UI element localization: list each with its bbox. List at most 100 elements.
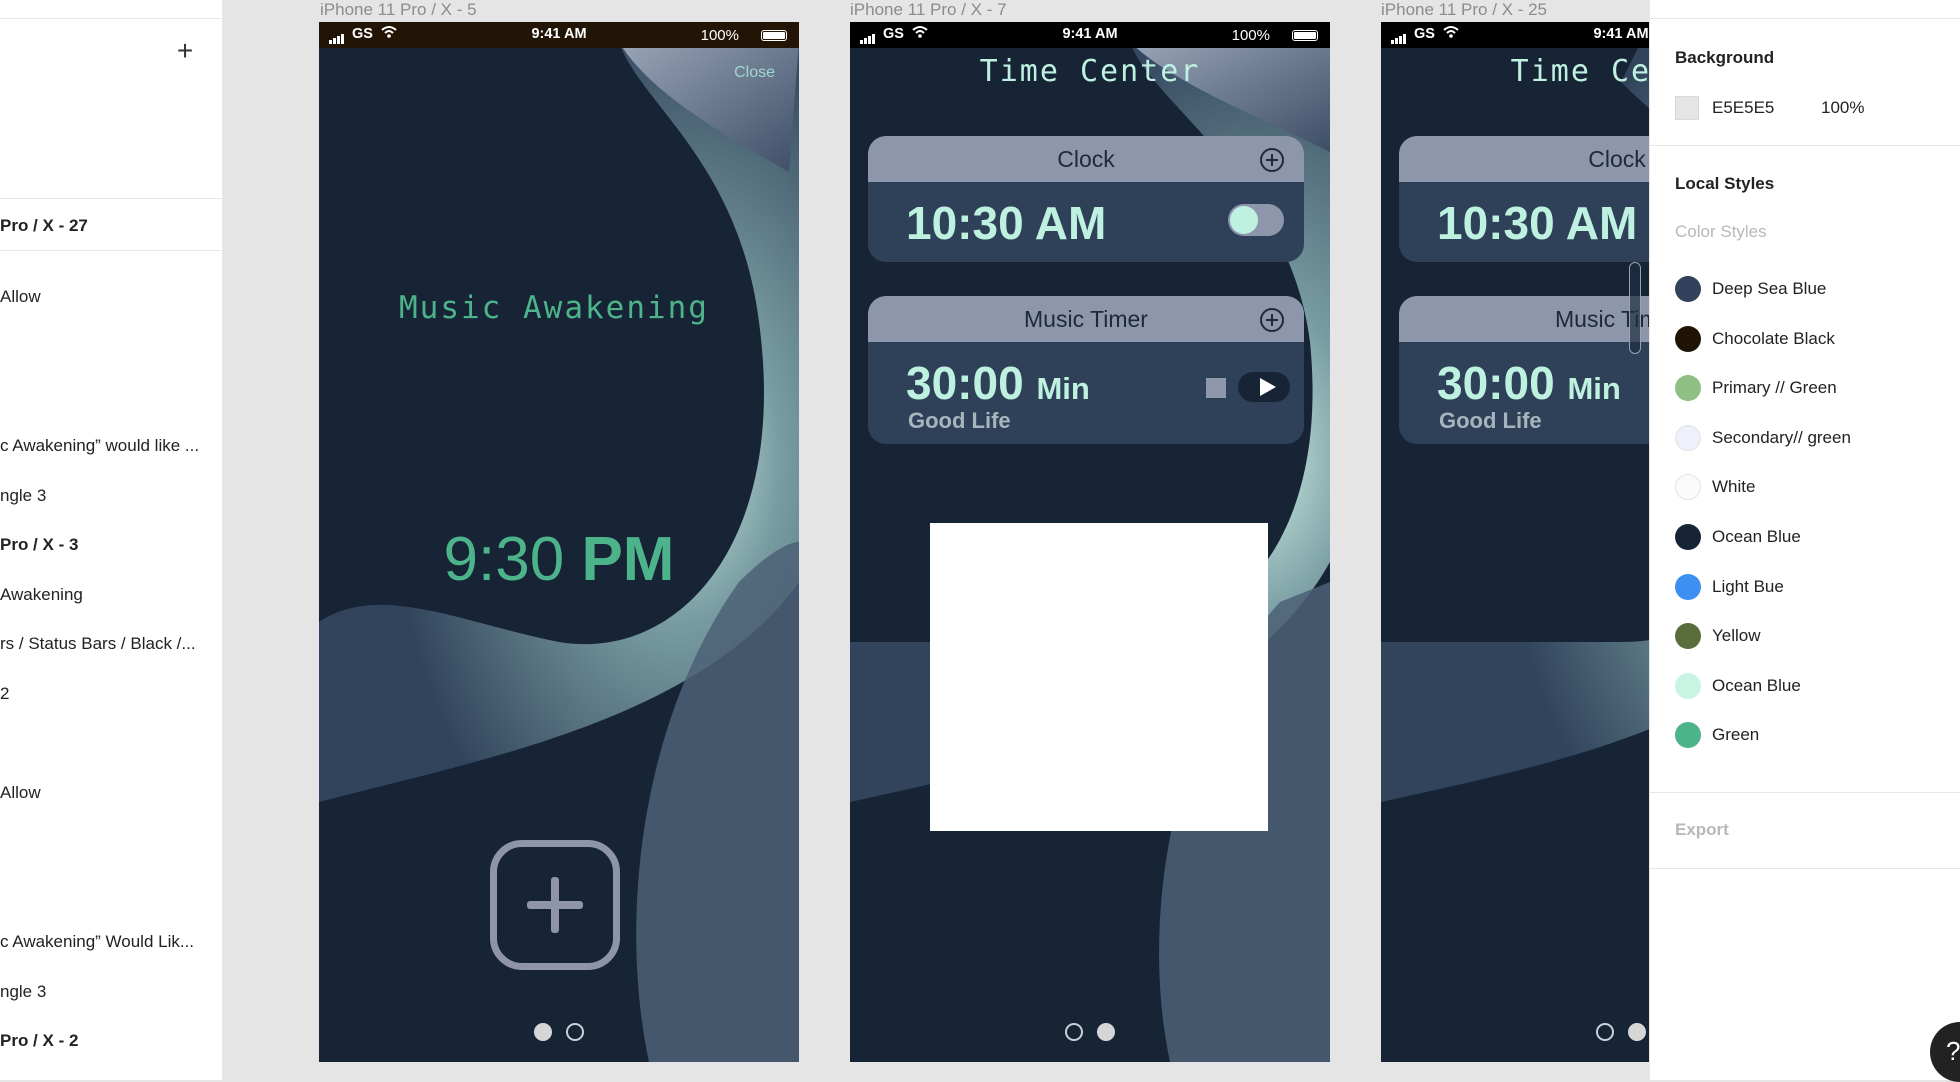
page-dot-active[interactable] bbox=[534, 1023, 552, 1041]
layer-item[interactable]: ngle 3 bbox=[0, 982, 212, 1002]
stop-button[interactable] bbox=[1206, 378, 1226, 398]
layers-panel: + Pro / X - 27 Allow c Awakening” would … bbox=[0, 0, 223, 1080]
screen-title: Music Awakening bbox=[399, 290, 709, 326]
clock-time: 10:30 AM bbox=[906, 196, 1106, 250]
help-icon: ? bbox=[1946, 1036, 1960, 1066]
page-dot[interactable] bbox=[1596, 1023, 1614, 1041]
export-title[interactable]: Export bbox=[1675, 820, 1729, 840]
clock-card-header: Clock bbox=[868, 136, 1304, 182]
background-hex[interactable]: E5E5E5 bbox=[1712, 98, 1774, 118]
layer-item[interactable]: rs / Status Bars / Black /... bbox=[0, 634, 212, 654]
page-dot[interactable] bbox=[1065, 1023, 1083, 1041]
timer-duration: 30:00 Min bbox=[906, 356, 1090, 410]
alarm-time: 9:30 PM bbox=[319, 524, 799, 595]
layers-divider bbox=[0, 18, 222, 19]
color-style-name: Ocean Blue bbox=[1712, 675, 1801, 695]
color-swatch-icon bbox=[1675, 573, 1701, 600]
background-title: Background bbox=[1675, 48, 1775, 67]
clock-card-label: Clock bbox=[1057, 146, 1115, 172]
properties-panel: Background E5E5E5 100% Local Styles Colo… bbox=[1649, 0, 1960, 1080]
color-swatch-icon bbox=[1675, 276, 1701, 302]
page-dot-active[interactable] bbox=[1628, 1023, 1646, 1041]
color-style-name: Deep Sea Blue bbox=[1712, 279, 1827, 298]
play-button[interactable] bbox=[1238, 372, 1290, 402]
layer-item[interactable]: c Awakening” Would Lik... bbox=[0, 932, 212, 952]
music-timer-header: Music Timer bbox=[868, 296, 1304, 342]
add-timer-icon[interactable] bbox=[1260, 308, 1284, 332]
alarm-time-ampm: PM bbox=[581, 525, 675, 594]
local-styles-title: Local Styles bbox=[1675, 174, 1775, 193]
props-divider bbox=[1650, 792, 1960, 793]
page-dot-active[interactable] bbox=[1097, 1023, 1115, 1041]
layer-item[interactable]: Pro / X - 3 bbox=[0, 535, 212, 555]
music-timer-card[interactable]: Music Timer 30:00 Min Good Life bbox=[868, 296, 1304, 444]
page-indicator bbox=[850, 1023, 1330, 1046]
timer-unit: Min bbox=[1036, 371, 1090, 406]
layers-divider bbox=[0, 250, 222, 251]
timer-duration: 30:00 Min bbox=[1437, 356, 1621, 410]
color-swatch-icon bbox=[1675, 424, 1701, 451]
add-page-icon[interactable]: + bbox=[172, 37, 198, 65]
layer-item[interactable]: ngle 3 bbox=[0, 486, 212, 506]
props-divider bbox=[1650, 868, 1960, 869]
clock-time-value: 10:30 bbox=[906, 197, 1024, 249]
layer-item[interactable]: Pro / X - 2 bbox=[0, 1031, 212, 1051]
background-swatch[interactable] bbox=[1675, 96, 1699, 120]
timer-unit: Min bbox=[1567, 371, 1621, 406]
color-swatch-icon bbox=[1675, 375, 1701, 402]
color-styles-title: Color Styles bbox=[1675, 222, 1767, 241]
color-style-name: Light Bue bbox=[1712, 576, 1784, 596]
layer-item[interactable]: Allow bbox=[0, 287, 212, 307]
background-opacity[interactable]: 100% bbox=[1821, 98, 1864, 118]
clock-card[interactable]: Clock 10:30 AM bbox=[868, 136, 1304, 262]
color-swatch-icon bbox=[1675, 325, 1701, 352]
frame-label[interactable]: iPhone 11 Pro / X - 5 bbox=[320, 0, 477, 20]
white-placeholder bbox=[930, 523, 1268, 831]
battery-percent: 100% bbox=[1231, 27, 1270, 44]
battery-icon bbox=[1292, 30, 1318, 41]
props-divider bbox=[1650, 18, 1960, 19]
layer-item[interactable]: 2 bbox=[0, 684, 212, 704]
add-alarm-button[interactable] bbox=[490, 840, 620, 970]
alarm-time-value: 9:30 bbox=[443, 525, 565, 594]
frame-label[interactable]: iPhone 11 Pro / X - 7 bbox=[850, 0, 1007, 20]
color-style-name: White bbox=[1712, 477, 1756, 497]
clock-toggle[interactable] bbox=[1228, 204, 1284, 236]
frame-label[interactable]: iPhone 11 Pro / X - 25 bbox=[1381, 0, 1547, 20]
color-swatch-icon bbox=[1675, 722, 1701, 749]
page-dot[interactable] bbox=[566, 1023, 584, 1041]
close-button[interactable]: Close bbox=[734, 64, 775, 82]
add-clock-icon[interactable] bbox=[1260, 148, 1284, 172]
color-swatch-icon bbox=[1675, 672, 1701, 699]
clock-time: 10:30 AM bbox=[1437, 196, 1637, 250]
color-swatch-icon bbox=[1675, 623, 1701, 650]
clock-time-value: 10:30 bbox=[1437, 197, 1555, 249]
layer-item[interactable]: c Awakening” would like ... bbox=[0, 436, 212, 456]
clock-time-ampm: AM bbox=[1565, 197, 1638, 249]
timer-song: Good Life bbox=[908, 408, 1011, 433]
timer-value: 30:00 bbox=[1437, 357, 1555, 409]
frame-time-center[interactable]: GS 9:41 AM 100% Time Center Clock 10:30 … bbox=[850, 22, 1330, 1062]
canvas-scrollbar[interactable] bbox=[1629, 262, 1641, 354]
battery-percent: 100% bbox=[700, 27, 739, 44]
layer-item[interactable]: Pro / X - 27 bbox=[0, 216, 212, 236]
props-divider bbox=[1650, 145, 1960, 146]
color-style-name: Chocolate Black bbox=[1712, 328, 1835, 348]
screen-title: Time Center bbox=[979, 54, 1201, 89]
layer-item[interactable]: Awakening bbox=[0, 585, 212, 605]
timer-song: Good Life bbox=[1439, 408, 1542, 433]
battery-icon bbox=[761, 30, 787, 41]
frame-music-awakening[interactable]: GS 9:41 AM 100% Close Music Awakening 9:… bbox=[319, 22, 799, 1062]
status-bar: GS 9:41 AM 100% bbox=[850, 22, 1330, 48]
layers-divider bbox=[0, 198, 222, 199]
color-swatch-icon bbox=[1675, 524, 1701, 550]
music-timer-label: Music Timer bbox=[1024, 306, 1148, 332]
page-indicator bbox=[319, 1023, 799, 1046]
color-style-name: Yellow bbox=[1712, 626, 1761, 646]
layer-item[interactable]: Allow bbox=[0, 783, 212, 803]
color-swatch-icon bbox=[1675, 474, 1701, 501]
color-style-name: Green bbox=[1712, 725, 1760, 745]
status-bar: GS 9:41 AM 100% bbox=[319, 22, 799, 48]
color-style-name: Ocean Blue bbox=[1712, 527, 1801, 546]
color-style-name: Primary // Green bbox=[1712, 378, 1837, 398]
